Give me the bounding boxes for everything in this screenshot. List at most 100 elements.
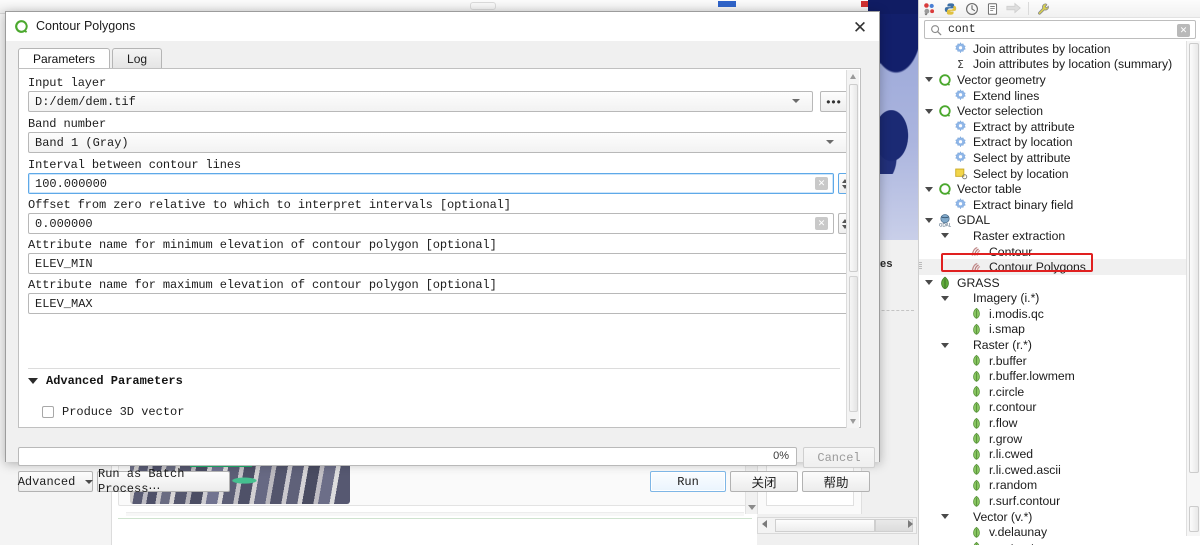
- triangle-down-icon[interactable]: [28, 378, 38, 384]
- close-button[interactable]: 关闭: [730, 471, 798, 492]
- results-log-icon[interactable]: [984, 1, 1001, 17]
- scroll-up-arrow-icon[interactable]: [850, 74, 856, 79]
- produce-3d-vector-checkbox-row[interactable]: Produce 3D vector: [42, 405, 184, 419]
- tree-item-r-li-cwed[interactable]: r.li.cwed: [919, 446, 1187, 462]
- scrollbar-thumb-upper[interactable]: [849, 84, 858, 272]
- tree-item-r-li-cwed-ascii[interactable]: r.li.cwed.ascii: [919, 462, 1187, 478]
- interval-input[interactable]: 100.000000: [28, 173, 834, 194]
- expander-triangle-down-icon[interactable]: [925, 186, 933, 192]
- tree-item-raster-r[interactable]: Raster (r.*): [919, 337, 1187, 353]
- tree-item-join-attributes-by-location-summary[interactable]: Σ Join attributes by location (summary): [919, 57, 1187, 73]
- clear-offset-icon[interactable]: ✕: [815, 217, 828, 230]
- parameters-panel: Input layer D:/dem/dem.tif ••• Band numb…: [18, 68, 861, 428]
- tree-item-r-circle[interactable]: r.circle: [919, 384, 1187, 400]
- clear-search-icon[interactable]: ✕: [1177, 24, 1190, 37]
- expander-triangle-down-icon[interactable]: [941, 514, 949, 520]
- tree-item-label: GRASS: [957, 275, 1000, 290]
- browse-input-layer-button[interactable]: •••: [820, 91, 848, 112]
- hscroll-right-arrow-icon[interactable]: [908, 520, 913, 528]
- help-button[interactable]: 帮助: [802, 471, 870, 492]
- band-number-combo[interactable]: Band 1 (Gray): [28, 132, 848, 153]
- tree-item-r-buffer-lowmem[interactable]: r.buffer.lowmem: [919, 368, 1187, 384]
- tree-scrollbar-thumb-bottom[interactable]: [1189, 506, 1199, 532]
- tree-item-v-delaunay[interactable]: v.delaunay: [919, 524, 1187, 540]
- tree-item-r-flow[interactable]: r.flow: [919, 415, 1187, 431]
- expander-triangle-down-icon[interactable]: [925, 280, 933, 286]
- tree-item-r-contour[interactable]: r.contour: [919, 400, 1187, 416]
- elev-min-input[interactable]: ELEV_MIN: [28, 253, 848, 274]
- tree-item-imagery-i[interactable]: Imagery (i.*): [919, 291, 1187, 307]
- expander-triangle-down-icon[interactable]: [941, 342, 949, 348]
- tree-item-select-by-location[interactable]: Select by location: [919, 166, 1187, 182]
- tree-item-extract-by-location[interactable]: Extract by location: [919, 135, 1187, 151]
- advanced-button[interactable]: Advanced: [18, 471, 94, 492]
- tree-item-grass[interactable]: GRASS: [919, 275, 1187, 291]
- tree-item-i-smap[interactable]: i.smap: [919, 322, 1187, 338]
- expander-triangle-down-icon[interactable]: [925, 217, 933, 223]
- tree-item-gdal[interactable]: GDAL GDAL: [919, 213, 1187, 229]
- progress-percent-label: 0%: [773, 450, 789, 462]
- checkbox-icon[interactable]: [42, 406, 54, 418]
- tree-item-i-modis-qc[interactable]: i.modis.qc: [919, 306, 1187, 322]
- search-icon: [931, 24, 942, 35]
- tree-item-vector-v[interactable]: Vector (v.*): [919, 509, 1187, 525]
- tree-item-vector-geometry[interactable]: Vector geometry: [919, 72, 1187, 88]
- parameters-vertical-scrollbar[interactable]: [846, 70, 859, 428]
- tree-item-vector-selection[interactable]: Vector selection: [919, 103, 1187, 119]
- tree-item-vector-table[interactable]: Vector table: [919, 181, 1187, 197]
- expander-triangle-down-icon[interactable]: [941, 295, 949, 301]
- tree-item-contour-polygons[interactable]: Contour Polygons: [919, 259, 1187, 275]
- chevron-down-icon[interactable]: [85, 479, 94, 484]
- advanced-parameters-toggle[interactable]: Advanced Parameters: [28, 374, 183, 388]
- tree-scrollbar-thumb[interactable]: [1189, 43, 1199, 473]
- grass-leaf-icon: [969, 322, 984, 336]
- toolbox-search-input[interactable]: cont ✕: [924, 20, 1196, 39]
- run-as-batch-process-button[interactable]: Run as Batch Process⋯: [97, 467, 230, 496]
- scroll-down-arrow-icon[interactable]: [850, 419, 856, 424]
- tree-vertical-scrollbar[interactable]: [1186, 41, 1200, 536]
- tab-log[interactable]: Log: [112, 48, 163, 69]
- background-bottom-divider: [118, 518, 752, 519]
- scrollbar-thumb-lower[interactable]: [849, 276, 858, 412]
- models-icon[interactable]: [921, 1, 938, 17]
- tab-parameters[interactable]: Parameters: [18, 48, 111, 69]
- background-toolbar-red-marker: [861, 1, 868, 7]
- algorithm-tree[interactable]: Join attributes by location Σ Join attribu…: [919, 41, 1187, 545]
- hscroll-left-arrow-icon[interactable]: [762, 520, 767, 528]
- python-console-icon[interactable]: [942, 1, 959, 17]
- grass-leaf-icon: [969, 478, 984, 492]
- background-hscroll-thumb[interactable]: [775, 519, 875, 532]
- background-toolbar-ghost-button-1: [470, 2, 496, 10]
- options-wrench-icon[interactable]: [1035, 1, 1052, 17]
- clear-interval-icon[interactable]: ✕: [815, 177, 828, 190]
- scroll-down-arrow-icon[interactable]: [748, 505, 756, 510]
- tree-item-extract-binary-field[interactable]: Extract binary field: [919, 197, 1187, 213]
- tree-item-r-buffer[interactable]: r.buffer: [919, 353, 1187, 369]
- offset-input[interactable]: 0.000000: [28, 213, 834, 234]
- chevron-down-icon[interactable]: [792, 99, 800, 103]
- grass-leaf-icon: [969, 354, 984, 368]
- tree-item-join-attributes-by-location[interactable]: Join attributes by location: [919, 41, 1187, 57]
- edit-features-icon: [1005, 1, 1022, 17]
- tree-item-contour[interactable]: Contour: [919, 244, 1187, 260]
- chevron-down-icon[interactable]: [826, 140, 834, 144]
- tree-resize-grip[interactable]: [919, 262, 922, 270]
- expander-triangle-down-icon[interactable]: [941, 233, 949, 239]
- tree-item-r-surf-contour[interactable]: r.surf.contour: [919, 493, 1187, 509]
- tree-item-r-grow[interactable]: r.grow: [919, 431, 1187, 447]
- close-icon[interactable]: ✕: [849, 16, 871, 38]
- run-button[interactable]: Run: [650, 471, 726, 492]
- input-layer-combo[interactable]: D:/dem/dem.tif: [28, 91, 813, 112]
- tree-item-select-by-attribute[interactable]: Select by attribute: [919, 150, 1187, 166]
- expander-triangle-down-icon[interactable]: [925, 77, 933, 83]
- tree-item-label: r.li.cwed: [989, 447, 1034, 462]
- tree-item-raster-extraction[interactable]: Raster extraction: [919, 228, 1187, 244]
- tree-item-r-random[interactable]: r.random: [919, 478, 1187, 494]
- tree-item-extract-by-attribute[interactable]: Extract by attribute: [919, 119, 1187, 135]
- expander-triangle-down-icon[interactable]: [925, 108, 933, 114]
- tree-item-v-extract[interactable]: v.extract: [919, 540, 1187, 545]
- history-icon[interactable]: [963, 1, 980, 17]
- tree-item-extend-lines[interactable]: Extend lines: [919, 88, 1187, 104]
- elev-max-input[interactable]: ELEV_MAX: [28, 293, 848, 314]
- cancel-button[interactable]: Cancel: [803, 447, 875, 468]
